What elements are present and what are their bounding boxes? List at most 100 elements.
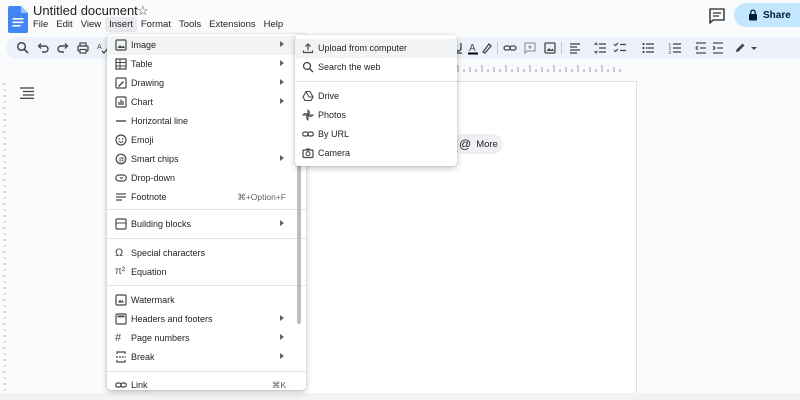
insert-menu-dropdown[interactable]: Drop-down bbox=[107, 169, 306, 188]
emoji-icon bbox=[115, 134, 127, 146]
insert-menu-smart-chips[interactable]: @ Smart chips bbox=[107, 150, 306, 169]
svg-text:@: @ bbox=[118, 157, 125, 164]
search-menus-icon[interactable] bbox=[16, 41, 30, 55]
insert-menu-equation[interactable]: π² Equation bbox=[107, 263, 306, 282]
image-submenu-photos[interactable]: Photos bbox=[295, 106, 457, 125]
insert-image-icon[interactable] bbox=[543, 41, 557, 55]
insert-menu-break-label: Break bbox=[131, 352, 155, 362]
more-chip[interactable]: @ More bbox=[453, 134, 503, 154]
submenu-arrow-icon bbox=[280, 334, 284, 340]
insert-menu-smart-chips-label: Smart chips bbox=[131, 154, 179, 164]
image-submenu-drive[interactable]: Drive bbox=[295, 87, 457, 106]
bulleted-list-icon[interactable] bbox=[641, 41, 655, 55]
submenu-arrow-icon bbox=[280, 353, 284, 359]
photos-icon bbox=[302, 109, 314, 121]
text-color-icon[interactable]: A bbox=[466, 41, 480, 55]
vertical-ruler[interactable] bbox=[0, 74, 6, 400]
link-shortcut: ⌘K bbox=[271, 380, 286, 390]
image-submenu-upload[interactable]: Upload from computer bbox=[295, 39, 457, 58]
undo-icon[interactable] bbox=[36, 41, 50, 55]
image-submenu-drive-label: Drive bbox=[318, 91, 340, 101]
align-left-icon[interactable] bbox=[568, 41, 582, 55]
insert-menu-watermark-label: Watermark bbox=[131, 295, 175, 305]
document-outline-icon[interactable] bbox=[20, 87, 34, 99]
menu-file[interactable]: File bbox=[29, 17, 52, 32]
insert-menu-horizontal-line-label: Horizontal line bbox=[131, 116, 189, 126]
insert-menu-equation-label: Equation bbox=[131, 267, 167, 277]
submenu-arrow-icon bbox=[280, 79, 284, 85]
menu-divider bbox=[107, 209, 306, 210]
menu-extensions[interactable]: Extensions bbox=[205, 17, 259, 32]
comment-history-icon[interactable] bbox=[708, 7, 726, 25]
image-submenu-by-url-label: By URL bbox=[318, 129, 350, 139]
redo-icon[interactable] bbox=[56, 41, 70, 55]
menu-divider bbox=[107, 285, 306, 286]
menu-view[interactable]: View bbox=[77, 17, 105, 32]
insert-menu-table[interactable]: Table bbox=[107, 55, 306, 74]
toolbar-divider bbox=[561, 42, 562, 54]
insert-menu-page-numbers[interactable]: # Page numbers bbox=[107, 329, 306, 348]
lock-icon bbox=[749, 9, 757, 21]
insert-menu-break[interactable]: Break bbox=[107, 348, 306, 367]
insert-menu-headers-footers-label: Headers and footers bbox=[131, 314, 213, 324]
insert-menu-footnote[interactable]: Footnote ⌘+Option+F bbox=[107, 188, 306, 207]
insert-menu-building-blocks-label: Building blocks bbox=[131, 219, 192, 229]
menu-insert[interactable]: Insert bbox=[105, 17, 137, 32]
menu-tools[interactable]: Tools bbox=[175, 17, 205, 32]
decrease-indent-icon[interactable] bbox=[694, 41, 708, 55]
menu-edit[interactable]: Edit bbox=[52, 17, 76, 32]
menu-bar: File Edit View Insert Format Tools Exten… bbox=[29, 17, 287, 32]
insert-menu-table-label: Table bbox=[131, 59, 153, 69]
image-submenu-by-url[interactable]: By URL bbox=[295, 125, 457, 144]
insert-menu-watermark[interactable]: Watermark bbox=[107, 291, 306, 310]
insert-link-icon[interactable] bbox=[503, 41, 517, 55]
submenu-arrow-icon bbox=[280, 220, 284, 226]
toolbar-divider bbox=[497, 42, 498, 54]
horizontal-line-icon bbox=[116, 120, 126, 122]
insert-menu-headers-footers[interactable]: Headers and footers bbox=[107, 310, 306, 329]
hash-icon: # bbox=[115, 332, 122, 344]
insert-menu-horizontal-line[interactable]: Horizontal line bbox=[107, 112, 306, 131]
insert-menu-building-blocks[interactable]: Building blocks bbox=[107, 215, 306, 234]
menu-help[interactable]: Help bbox=[260, 17, 288, 32]
insert-menu-emoji[interactable]: Emoji bbox=[107, 131, 306, 150]
image-icon bbox=[115, 39, 127, 51]
link-icon bbox=[302, 131, 314, 137]
chevron-down-icon[interactable] bbox=[747, 41, 761, 55]
image-submenu-camera-label: Camera bbox=[318, 148, 351, 158]
highlight-icon[interactable] bbox=[480, 41, 494, 55]
numbered-list-icon[interactable]: 123 bbox=[668, 41, 682, 55]
editing-mode-pencil-icon[interactable] bbox=[733, 41, 747, 55]
line-spacing-icon[interactable] bbox=[593, 41, 607, 55]
checklist-icon[interactable] bbox=[613, 41, 627, 55]
insert-menu-special-characters[interactable]: Ω Special characters bbox=[107, 244, 306, 263]
image-submenu: Upload from computer Search the web Driv… bbox=[295, 35, 457, 166]
image-submenu-search-web-label: Search the web bbox=[318, 62, 381, 72]
footnote-icon bbox=[116, 193, 126, 201]
image-submenu-search-web[interactable]: Search the web bbox=[295, 58, 457, 77]
watermark-icon bbox=[115, 294, 127, 306]
dropdown-icon bbox=[115, 174, 127, 182]
increase-indent-icon[interactable] bbox=[711, 41, 725, 55]
insert-menu-link-label: Link bbox=[131, 380, 148, 390]
insert-menu-image[interactable]: Image bbox=[107, 36, 306, 55]
image-submenu-camera[interactable]: Camera bbox=[295, 144, 457, 163]
submenu-arrow-icon bbox=[280, 60, 284, 66]
print-icon[interactable] bbox=[76, 41, 90, 55]
equation-icon: π² bbox=[115, 266, 126, 277]
menu-divider bbox=[107, 371, 306, 372]
insert-menu-chart[interactable]: Chart bbox=[107, 93, 306, 112]
image-submenu-photos-label: Photos bbox=[318, 110, 347, 120]
add-comment-icon[interactable] bbox=[523, 41, 537, 55]
menu-divider bbox=[295, 81, 457, 82]
svg-text:A: A bbox=[97, 44, 102, 51]
submenu-arrow-icon bbox=[280, 41, 284, 47]
insert-menu-drawing[interactable]: Drawing bbox=[107, 74, 306, 93]
image-submenu-upload-label: Upload from computer bbox=[318, 43, 408, 53]
menu-format[interactable]: Format bbox=[137, 17, 175, 32]
docs-logo-icon[interactable] bbox=[8, 6, 28, 33]
share-button[interactable]: Share bbox=[734, 3, 800, 27]
insert-menu-link[interactable]: Link ⌘K bbox=[107, 376, 306, 395]
at-icon: @ bbox=[459, 137, 472, 151]
headers-footers-icon bbox=[115, 313, 127, 325]
